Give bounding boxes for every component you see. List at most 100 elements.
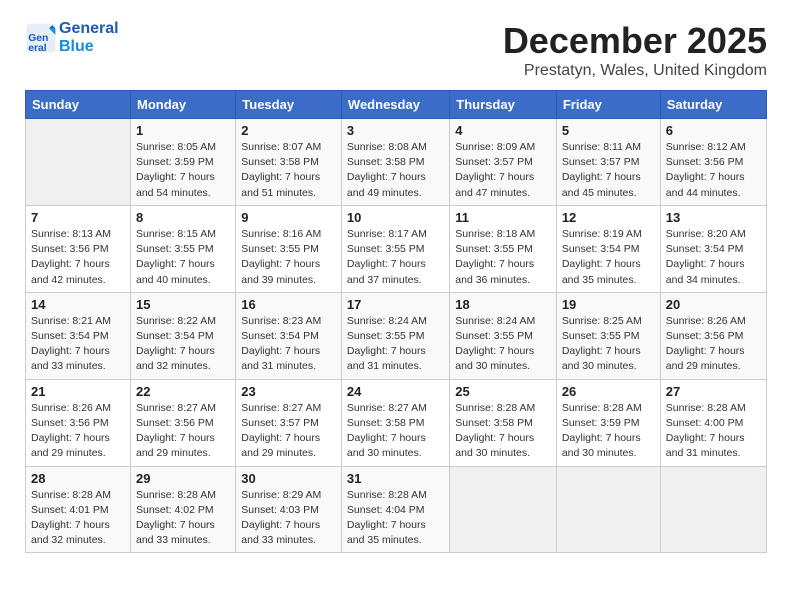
day-info: Sunrise: 8:07 AM Sunset: 3:58 PM Dayligh… — [241, 140, 336, 201]
day-info: Sunrise: 8:27 AM Sunset: 3:56 PM Dayligh… — [136, 401, 230, 462]
day-number: 3 — [347, 123, 444, 138]
calendar-cell: 4 Sunrise: 8:09 AM Sunset: 3:57 PM Daylig… — [450, 119, 557, 206]
day-number: 11 — [455, 210, 551, 225]
day-number: 17 — [347, 297, 444, 312]
calendar-cell — [450, 466, 557, 553]
day-number: 5 — [562, 123, 655, 138]
day-info: Sunrise: 8:28 AM Sunset: 4:00 PM Dayligh… — [666, 401, 761, 462]
calendar-table: SundayMondayTuesdayWednesdayThursdayFrid… — [25, 90, 767, 553]
calendar-week-row: 14 Sunrise: 8:21 AM Sunset: 3:54 PM Dayli… — [26, 292, 767, 379]
day-number: 6 — [666, 123, 761, 138]
calendar-week-row: 28 Sunrise: 8:28 AM Sunset: 4:01 PM Dayli… — [26, 466, 767, 553]
day-info: Sunrise: 8:17 AM Sunset: 3:55 PM Dayligh… — [347, 227, 444, 288]
calendar-week-row: 1 Sunrise: 8:05 AM Sunset: 3:59 PM Daylig… — [26, 119, 767, 206]
day-number: 22 — [136, 384, 230, 399]
day-info: Sunrise: 8:08 AM Sunset: 3:58 PM Dayligh… — [347, 140, 444, 201]
day-number: 27 — [666, 384, 761, 399]
page-header: Gen eral General Blue December 2025 Pres… — [25, 20, 767, 80]
day-of-week-header: Friday — [556, 91, 660, 119]
day-number: 7 — [31, 210, 125, 225]
location-title: Prestatyn, Wales, United Kingdom — [503, 62, 767, 80]
day-info: Sunrise: 8:05 AM Sunset: 3:59 PM Dayligh… — [136, 140, 230, 201]
calendar-cell: 7 Sunrise: 8:13 AM Sunset: 3:56 PM Daylig… — [26, 205, 131, 292]
day-info: Sunrise: 8:23 AM Sunset: 3:54 PM Dayligh… — [241, 314, 336, 375]
day-number: 25 — [455, 384, 551, 399]
calendar-cell: 5 Sunrise: 8:11 AM Sunset: 3:57 PM Daylig… — [556, 119, 660, 206]
day-info: Sunrise: 8:27 AM Sunset: 3:57 PM Dayligh… — [241, 401, 336, 462]
calendar-body: 1 Sunrise: 8:05 AM Sunset: 3:59 PM Daylig… — [26, 119, 767, 553]
day-info: Sunrise: 8:27 AM Sunset: 3:58 PM Dayligh… — [347, 401, 444, 462]
calendar-cell: 30 Sunrise: 8:29 AM Sunset: 4:03 PM Dayli… — [236, 466, 342, 553]
logo: Gen eral General Blue — [25, 20, 119, 55]
day-info: Sunrise: 8:24 AM Sunset: 3:55 PM Dayligh… — [347, 314, 444, 375]
calendar-week-row: 21 Sunrise: 8:26 AM Sunset: 3:56 PM Dayli… — [26, 379, 767, 466]
calendar-cell: 19 Sunrise: 8:25 AM Sunset: 3:55 PM Dayli… — [556, 292, 660, 379]
logo-line2: Blue — [59, 38, 119, 56]
day-info: Sunrise: 8:11 AM Sunset: 3:57 PM Dayligh… — [562, 140, 655, 201]
day-info: Sunrise: 8:29 AM Sunset: 4:03 PM Dayligh… — [241, 488, 336, 549]
day-number: 23 — [241, 384, 336, 399]
calendar-cell: 13 Sunrise: 8:20 AM Sunset: 3:54 PM Dayli… — [660, 205, 766, 292]
day-info: Sunrise: 8:18 AM Sunset: 3:55 PM Dayligh… — [455, 227, 551, 288]
calendar-cell: 20Sunrise: 8:26 AM Sunset: 3:56 PM Dayli… — [660, 292, 766, 379]
day-number: 26 — [562, 384, 655, 399]
day-info: Sunrise: 8:12 AM Sunset: 3:56 PM Dayligh… — [666, 140, 761, 201]
day-number: 19 — [562, 297, 655, 312]
day-number: 2 — [241, 123, 336, 138]
day-of-week-header: Monday — [131, 91, 236, 119]
svg-text:eral: eral — [28, 42, 47, 53]
day-info: Sunrise: 8:28 AM Sunset: 4:04 PM Dayligh… — [347, 488, 444, 549]
calendar-cell: 22 Sunrise: 8:27 AM Sunset: 3:56 PM Dayli… — [131, 379, 236, 466]
day-info: Sunrise: 8:13 AM Sunset: 3:56 PM Dayligh… — [31, 227, 125, 288]
calendar-cell: 24Sunrise: 8:27 AM Sunset: 3:58 PM Dayli… — [341, 379, 449, 466]
calendar-cell: 8 Sunrise: 8:15 AM Sunset: 3:55 PM Daylig… — [131, 205, 236, 292]
day-info: Sunrise: 8:20 AM Sunset: 3:54 PM Dayligh… — [666, 227, 761, 288]
calendar-cell: 21 Sunrise: 8:26 AM Sunset: 3:56 PM Dayli… — [26, 379, 131, 466]
calendar-cell: 17 Sunrise: 8:24 AM Sunset: 3:55 PM Dayli… — [341, 292, 449, 379]
day-info: Sunrise: 8:24 AM Sunset: 3:55 PM Dayligh… — [455, 314, 551, 375]
day-number: 16 — [241, 297, 336, 312]
logo-text-block: General Blue — [59, 20, 119, 55]
day-number: 4 — [455, 123, 551, 138]
day-number: 9 — [241, 210, 336, 225]
calendar-cell: 27 Sunrise: 8:28 AM Sunset: 4:00 PM Dayli… — [660, 379, 766, 466]
day-info: Sunrise: 8:15 AM Sunset: 3:55 PM Dayligh… — [136, 227, 230, 288]
calendar-cell: 6 Sunrise: 8:12 AM Sunset: 3:56 PM Daylig… — [660, 119, 766, 206]
logo-icon: Gen eral — [25, 22, 57, 54]
day-info: Sunrise: 8:28 AM Sunset: 4:01 PM Dayligh… — [31, 488, 125, 549]
day-info: Sunrise: 8:16 AM Sunset: 3:55 PM Dayligh… — [241, 227, 336, 288]
day-of-week-header: Wednesday — [341, 91, 449, 119]
day-of-week-header: Thursday — [450, 91, 557, 119]
day-number: 8 — [136, 210, 230, 225]
day-number: 12 — [562, 210, 655, 225]
day-number: 30 — [241, 471, 336, 486]
day-info: Sunrise: 8:28 AM Sunset: 3:58 PM Dayligh… — [455, 401, 551, 462]
title-area: December 2025 Prestatyn, Wales, United K… — [503, 20, 767, 80]
day-info: Sunrise: 8:21 AM Sunset: 3:54 PM Dayligh… — [31, 314, 125, 375]
calendar-cell: 2 Sunrise: 8:07 AM Sunset: 3:58 PM Daylig… — [236, 119, 342, 206]
calendar-cell: 15Sunrise: 8:22 AM Sunset: 3:54 PM Dayli… — [131, 292, 236, 379]
calendar-cell: 28 Sunrise: 8:28 AM Sunset: 4:01 PM Dayli… — [26, 466, 131, 553]
day-info: Sunrise: 8:26 AM Sunset: 3:56 PM Dayligh… — [31, 401, 125, 462]
day-number: 1 — [136, 123, 230, 138]
calendar-cell: 18 Sunrise: 8:24 AM Sunset: 3:55 PM Dayli… — [450, 292, 557, 379]
calendar-cell: 25 Sunrise: 8:28 AM Sunset: 3:58 PM Dayli… — [450, 379, 557, 466]
calendar-cell — [660, 466, 766, 553]
calendar-cell: 29 Sunrise: 8:28 AM Sunset: 4:02 PM Dayli… — [131, 466, 236, 553]
day-info: Sunrise: 8:28 AM Sunset: 4:02 PM Dayligh… — [136, 488, 230, 549]
day-number: 14 — [31, 297, 125, 312]
day-number: 18 — [455, 297, 551, 312]
calendar-cell: 9 Sunrise: 8:16 AM Sunset: 3:55 PM Daylig… — [236, 205, 342, 292]
day-number: 28 — [31, 471, 125, 486]
day-number: 13 — [666, 210, 761, 225]
day-info: Sunrise: 8:22 AM Sunset: 3:54 PM Dayligh… — [136, 314, 230, 375]
day-number: 21 — [31, 384, 125, 399]
day-info: Sunrise: 8:09 AM Sunset: 3:57 PM Dayligh… — [455, 140, 551, 201]
day-info: Sunrise: 8:25 AM Sunset: 3:55 PM Dayligh… — [562, 314, 655, 375]
day-number: 29 — [136, 471, 230, 486]
calendar-cell: 10 Sunrise: 8:17 AM Sunset: 3:55 PM Dayli… — [341, 205, 449, 292]
day-number: 31 — [347, 471, 444, 486]
calendar-cell: 31 Sunrise: 8:28 AM Sunset: 4:04 PM Dayli… — [341, 466, 449, 553]
day-number: 10 — [347, 210, 444, 225]
calendar-cell: 12Sunrise: 8:19 AM Sunset: 3:54 PM Dayli… — [556, 205, 660, 292]
